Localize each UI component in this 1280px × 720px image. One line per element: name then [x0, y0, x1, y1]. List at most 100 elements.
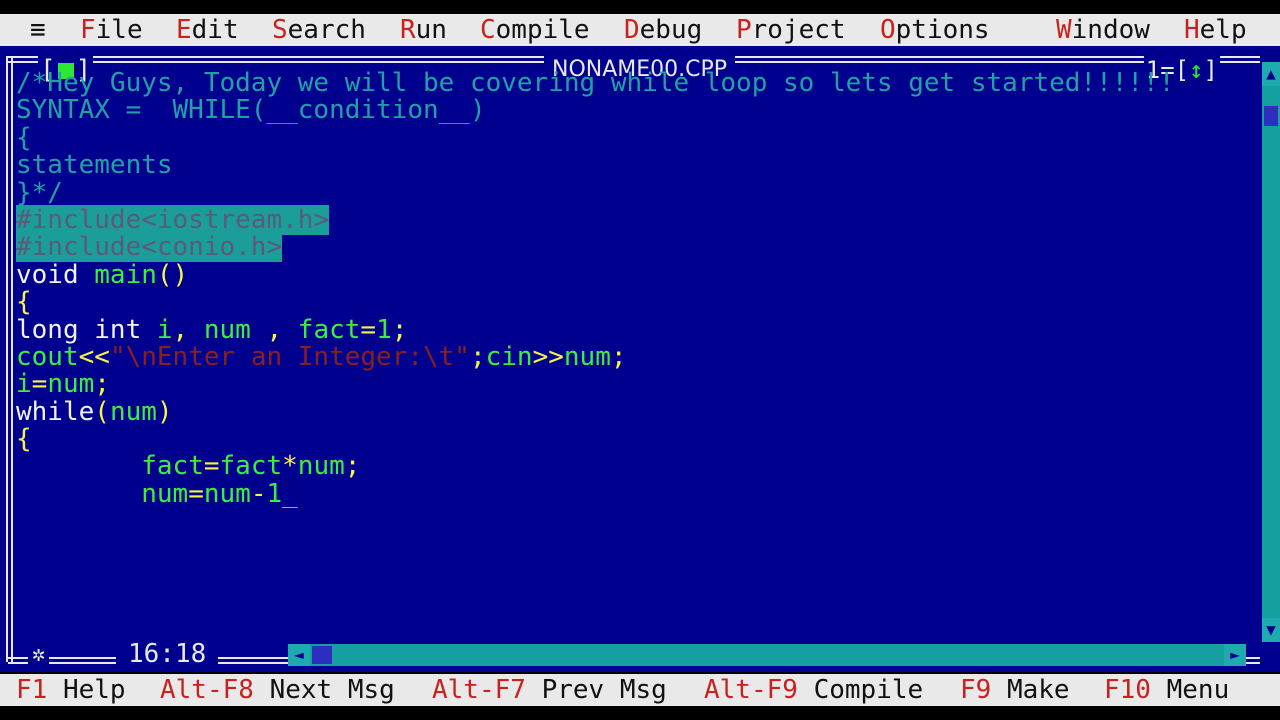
- menu-help[interactable]: Help: [1184, 14, 1247, 46]
- menu-file-hotkey: F: [80, 15, 96, 45]
- shortcut-make[interactable]: F9 Make: [960, 674, 1070, 706]
- scroll-right-icon[interactable]: ►: [1224, 644, 1246, 666]
- menu-project[interactable]: Project: [736, 14, 846, 46]
- code-token: #include<conio.h>: [16, 232, 283, 263]
- code-line[interactable]: num=num-1_: [16, 478, 1174, 509]
- menu-file[interactable]: File: [80, 14, 143, 46]
- code-token: {: [16, 424, 32, 455]
- code-token: ,: [250, 314, 298, 345]
- shortcut-help[interactable]: F1 Help: [16, 674, 126, 706]
- menu-window[interactable]: Window: [1056, 14, 1150, 46]
- code-token: "\nEnter an Integer:\t": [109, 341, 470, 372]
- menu-search[interactable]: Search: [272, 14, 366, 46]
- scroll-left-icon[interactable]: ◄: [288, 644, 310, 666]
- code-token: fact: [141, 451, 204, 482]
- code-token: {: [16, 122, 32, 153]
- menu-compile[interactable]: Compile: [480, 14, 590, 46]
- menu-compile-label: ompile: [495, 15, 590, 45]
- code-token: SYNTAX = WHILE(__condition__): [16, 95, 486, 126]
- menu-debug-label: ebug: [639, 15, 703, 45]
- code-token: while: [16, 396, 95, 427]
- shortcut-next-msg[interactable]: Alt-F8 Next Msg: [160, 674, 395, 706]
- code-token: <<: [78, 341, 110, 372]
- code-token: statements: [16, 150, 173, 181]
- shortcut-label: Menu: [1150, 675, 1230, 705]
- shortcut-prev-msg[interactable]: Alt-F7 Prev Msg: [432, 674, 667, 706]
- horizontal-scrollbar[interactable]: ◄ ►: [288, 644, 1246, 666]
- menu-debug-hotkey: D: [624, 15, 640, 45]
- shortcut-label: Next Msg: [253, 675, 395, 705]
- shortcut-label: Compile: [797, 675, 924, 705]
- vertical-scroll-thumb[interactable]: [1264, 106, 1278, 126]
- code-token: cout: [16, 341, 79, 372]
- code-token: ;: [391, 314, 408, 345]
- shortcut-compile[interactable]: Alt-F9 Compile: [704, 674, 923, 706]
- shortcut-key: Alt-F9: [704, 675, 798, 705]
- shortcut-label: Help: [47, 675, 126, 705]
- menu-system-label: ≡: [30, 15, 46, 45]
- modified-star-icon: ✲: [28, 640, 50, 670]
- menu-options-hotkey: O: [880, 15, 896, 45]
- zoom-arrow-icon: ↕: [1189, 56, 1204, 84]
- code-line[interactable]: #include<conio.h>: [16, 232, 1174, 263]
- code-line[interactable]: while(num): [16, 396, 1174, 427]
- shortcut-menu[interactable]: F10 Menu: [1104, 674, 1229, 706]
- menu-run[interactable]: Run: [400, 14, 447, 46]
- vertical-scrollbar[interactable]: ▲ ▼: [1262, 62, 1280, 642]
- menu-compile-hotkey: C: [480, 15, 496, 45]
- shortcut-key: Alt-F7: [432, 675, 526, 705]
- code-token: ,: [172, 314, 204, 345]
- code-line[interactable]: SYNTAX = WHILE(__condition__): [16, 97, 1174, 124]
- shortcut-key: F9: [960, 675, 992, 705]
- menu-project-hotkey: P: [736, 15, 752, 45]
- menu-search-hotkey: S: [272, 15, 288, 45]
- menu-run-hotkey: R: [400, 15, 416, 45]
- scroll-up-icon[interactable]: ▲: [1262, 62, 1280, 86]
- code-line[interactable]: #include<iostream.h>: [16, 204, 1174, 235]
- code-line[interactable]: statements: [16, 150, 1174, 181]
- code-line[interactable]: long int i, num , fact=1;: [16, 314, 1174, 345]
- menu-options[interactable]: Options: [880, 14, 990, 46]
- cursor-position: 16:18: [116, 639, 219, 669]
- code-token: =: [360, 314, 377, 345]
- code-line[interactable]: /*Hey Guys, Today we will be covering wh…: [16, 69, 1174, 97]
- code-token: fact: [219, 451, 283, 482]
- code-line[interactable]: {: [16, 424, 1174, 455]
- horizontal-scroll-thumb[interactable]: [312, 646, 332, 664]
- shortcut-label: Prev Msg: [525, 675, 667, 705]
- shortcut-label: Make: [991, 675, 1070, 705]
- code-token: =: [31, 369, 48, 400]
- code-token: num: [297, 451, 345, 482]
- code-token: {: [16, 287, 32, 318]
- code-token: num: [203, 314, 251, 345]
- menu-options-label: ptions: [895, 15, 990, 45]
- code-token: ;: [610, 341, 627, 372]
- code-token: ;: [469, 341, 486, 372]
- code-line[interactable]: cout<<"\nEnter an Integer:\t";cin>>num;: [16, 341, 1174, 372]
- editor-window: [] NONAME00.CPP 1=[↕] /*Hey Guys, Today …: [0, 46, 1280, 672]
- code-line[interactable]: {: [16, 122, 1174, 153]
- menu-edit[interactable]: Edit: [176, 14, 239, 46]
- window-frame-top: [] NONAME00.CPP 1=[↕]: [8, 55, 1260, 85]
- zoom-right: ]: [1203, 56, 1218, 84]
- code-token: i: [16, 369, 32, 400]
- shortcut-key: F10: [1104, 675, 1151, 705]
- code-token: main: [94, 259, 157, 290]
- code-token: fact: [297, 314, 361, 345]
- code-line[interactable]: fact=fact*num;: [16, 453, 1174, 480]
- code-line[interactable]: }*/: [16, 179, 1174, 207]
- menu-system[interactable]: ≡: [30, 14, 46, 46]
- menu-debug[interactable]: Debug: [624, 14, 702, 46]
- code-token: ;: [94, 369, 110, 400]
- code-token: num: [563, 341, 611, 372]
- code-editor[interactable]: /*Hey Guys, Today we will be covering wh…: [16, 69, 1174, 509]
- scroll-down-icon[interactable]: ▼: [1262, 618, 1280, 642]
- code-token: #include<iostream.h>: [16, 204, 330, 235]
- code-line[interactable]: {: [16, 287, 1174, 318]
- menu-window-hotkey: W: [1056, 15, 1072, 45]
- code-line[interactable]: void main(): [16, 259, 1174, 290]
- code-token: =: [188, 478, 204, 509]
- code-line[interactable]: i=num;: [16, 371, 1174, 398]
- menu-file-label: ile: [95, 15, 143, 45]
